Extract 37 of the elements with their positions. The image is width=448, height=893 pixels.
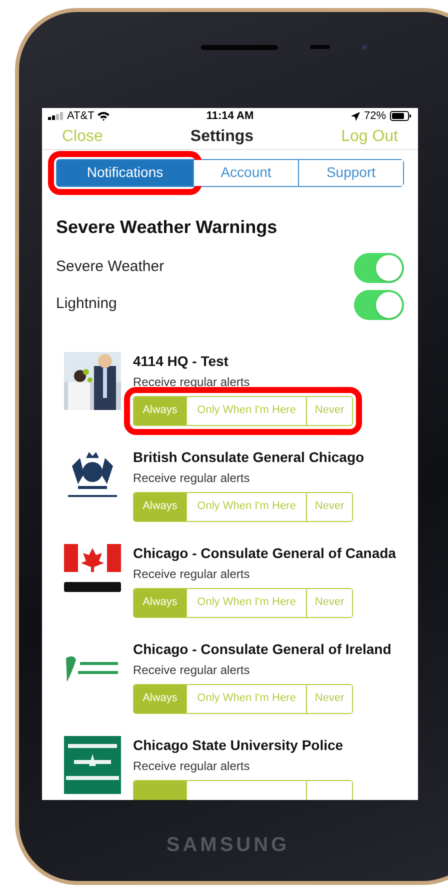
toggle-switch[interactable]	[354, 252, 404, 282]
alert-mode-option[interactable]: Always	[134, 684, 186, 712]
carrier-label: AT&T	[67, 109, 94, 124]
brand-logo: SAMSUNG	[166, 833, 290, 858]
channel-name: 4114 HQ - Test	[133, 352, 230, 370]
log-out-button[interactable]: Log Out	[341, 124, 398, 148]
channel-name: Chicago - Consulate General of Canada	[133, 544, 396, 562]
alert-mode-option[interactable]: Never	[306, 588, 352, 616]
channel-subtitle: Receive regular alerts	[133, 470, 251, 486]
alert-mode-option[interactable]: Never	[306, 396, 352, 424]
toggle-label: Severe Weather	[56, 257, 164, 278]
alert-mode-option[interactable]: Never	[306, 492, 352, 520]
wifi-icon	[97, 111, 110, 122]
channel-subtitle: Receive regular alerts	[133, 566, 251, 582]
channel-name: British Consulate General Chicago	[133, 448, 364, 466]
location-arrow-icon	[350, 112, 360, 121]
channel-subtitle: Receive regular alerts	[133, 374, 251, 390]
battery-percent: 72%	[364, 109, 386, 124]
screen-title: Settings	[190, 126, 254, 146]
channel-subtitle: Receive regular alerts	[133, 758, 251, 774]
battery-icon	[390, 111, 412, 122]
alert-mode-option[interactable]: Never	[306, 684, 352, 712]
toggle-switch[interactable]	[354, 290, 404, 320]
close-button[interactable]: Close	[62, 124, 103, 148]
alert-mode-option[interactable]: Always	[134, 492, 186, 520]
status-time: 11:14 AM	[206, 109, 254, 124]
channel-subtitle: Receive regular alerts	[133, 662, 251, 678]
channel-name: Chicago - Consulate General of Ireland	[133, 640, 392, 658]
section-heading: Severe Weather Warnings	[56, 216, 278, 238]
channel-name: Chicago State University Police	[133, 736, 344, 754]
tab[interactable]: Notifications	[57, 160, 193, 186]
signal-icon	[48, 112, 64, 120]
toggle-label: Lightning	[56, 294, 117, 314]
alert-mode-option[interactable]: Always	[134, 588, 186, 616]
alert-mode-option[interactable]: Always	[134, 396, 186, 424]
sensor	[310, 45, 330, 49]
camera-lens	[362, 45, 367, 50]
